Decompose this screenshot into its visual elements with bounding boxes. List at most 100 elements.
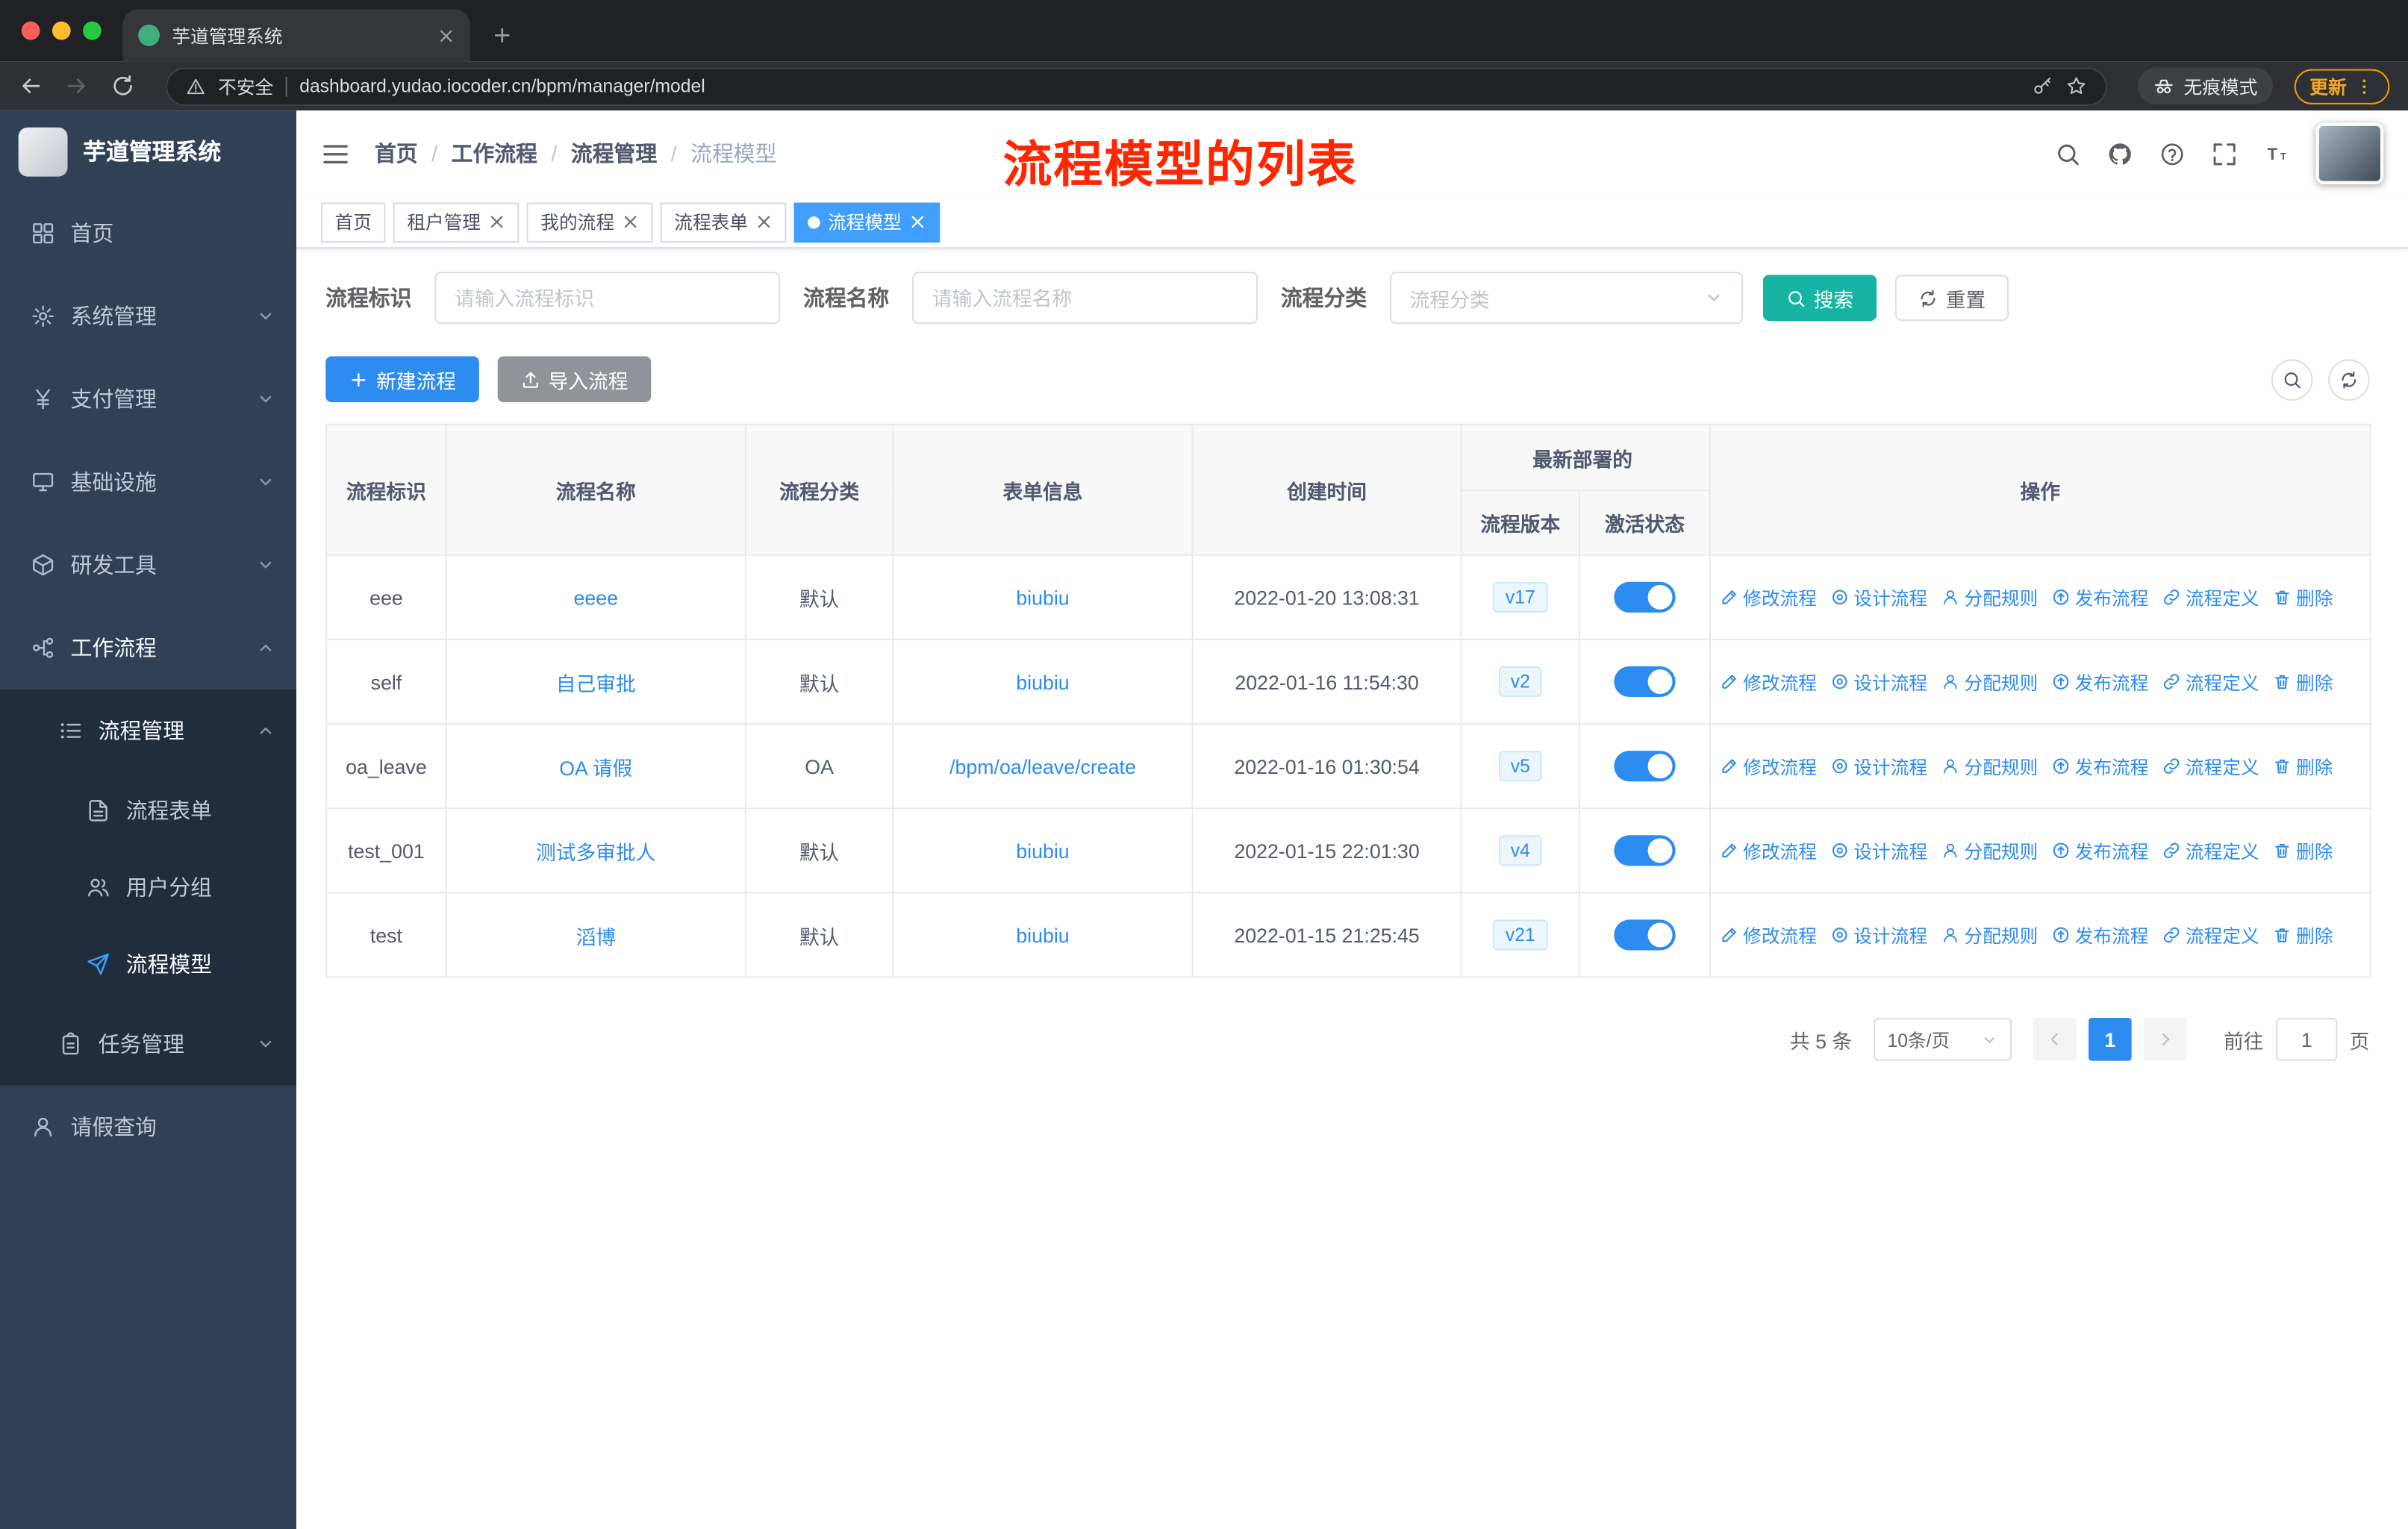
sidebar-item-user-group[interactable]: 用户分组 <box>0 848 297 926</box>
sidebar-item-devtools[interactable]: 研发工具 <box>0 524 296 607</box>
delete-link[interactable]: 删除 <box>2273 837 2333 863</box>
sidebar-item-infrastructure[interactable]: 基础设施 <box>0 440 296 523</box>
tag-close-icon[interactable] <box>622 213 639 231</box>
app-logo[interactable]: 芋道管理系统 <box>0 110 296 192</box>
tag-close-icon[interactable] <box>909 213 926 231</box>
forward-button[interactable] <box>64 74 89 99</box>
process-name-input[interactable] <box>912 272 1258 325</box>
breadcrumb-item[interactable]: 流程管理 <box>571 138 657 169</box>
process-name-link[interactable]: OA 请假 <box>559 756 632 779</box>
active-toggle[interactable] <box>1614 835 1676 866</box>
search-icon[interactable] <box>2055 140 2081 166</box>
form-info-link[interactable]: biubiu <box>1016 670 1069 693</box>
process-definition-link[interactable]: 流程定义 <box>2162 669 2259 695</box>
zoom-window-button[interactable] <box>83 21 102 40</box>
next-page-button[interactable] <box>2144 1018 2187 1061</box>
page-size-select[interactable]: 10条/页 <box>1873 1018 2012 1061</box>
tag-tenant-management[interactable]: 租户管理 <box>393 201 520 243</box>
new-tab-button[interactable] <box>491 25 513 46</box>
hamburger-icon[interactable] <box>321 139 350 168</box>
prev-page-button[interactable] <box>2033 1018 2077 1061</box>
reload-button[interactable] <box>110 74 135 99</box>
tag-process-form[interactable]: 流程表单 <box>660 201 787 243</box>
breadcrumb-item[interactable]: 首页 <box>375 138 418 169</box>
process-name-link[interactable]: 滔博 <box>576 925 616 948</box>
edit-process-link[interactable]: 修改流程 <box>1720 669 1817 695</box>
tab-close-icon[interactable] <box>437 27 455 44</box>
design-process-link[interactable]: 设计流程 <box>1830 584 1927 610</box>
reset-button[interactable]: 重置 <box>1894 275 2009 321</box>
process-name-link[interactable]: eeee <box>574 586 619 609</box>
publish-process-link[interactable]: 发布流程 <box>2052 584 2148 610</box>
assign-rule-link[interactable]: 分配规则 <box>1941 922 2038 948</box>
design-process-link[interactable]: 设计流程 <box>1830 837 1927 863</box>
sidebar-item-task-management[interactable]: 任务管理 <box>0 1002 297 1086</box>
refresh-table-button[interactable] <box>2328 358 2370 400</box>
assign-rule-link[interactable]: 分配规则 <box>1941 753 2038 779</box>
delete-link[interactable]: 删除 <box>2273 669 2333 695</box>
process-definition-link[interactable]: 流程定义 <box>2162 837 2259 863</box>
active-toggle[interactable] <box>1614 581 1676 613</box>
process-name-link[interactable]: 测试多审批人 <box>536 840 656 863</box>
sidebar-item-payment[interactable]: 支付管理 <box>0 357 296 440</box>
process-definition-link[interactable]: 流程定义 <box>2162 753 2259 779</box>
browser-tab[interactable]: 芋道管理系统 <box>122 9 470 62</box>
sidebar-item-home[interactable]: 首页 <box>0 192 296 275</box>
active-toggle[interactable] <box>1614 919 1676 951</box>
edit-process-link[interactable]: 修改流程 <box>1720 753 1817 779</box>
form-info-link[interactable]: biubiu <box>1016 924 1069 947</box>
tag-home[interactable]: 首页 <box>320 201 386 243</box>
password-key-icon[interactable] <box>2032 75 2053 97</box>
github-icon[interactable] <box>2107 140 2133 166</box>
active-toggle[interactable] <box>1614 666 1676 698</box>
minimize-window-button[interactable] <box>52 21 71 40</box>
sidebar-item-process-model[interactable]: 流程模型 <box>0 925 297 1003</box>
form-info-link[interactable]: biubiu <box>1016 839 1069 862</box>
tag-process-model[interactable]: 流程模型 <box>793 201 941 243</box>
sidebar-item-process-form[interactable]: 流程表单 <box>0 772 297 849</box>
form-info-link[interactable]: biubiu <box>1016 586 1069 609</box>
publish-process-link[interactable]: 发布流程 <box>2052 753 2148 779</box>
tag-my-process[interactable]: 我的流程 <box>526 201 653 243</box>
delete-link[interactable]: 删除 <box>2273 584 2333 610</box>
delete-link[interactable]: 删除 <box>2273 753 2333 779</box>
process-definition-link[interactable]: 流程定义 <box>2162 922 2259 948</box>
edit-process-link[interactable]: 修改流程 <box>1720 922 1817 948</box>
delete-link[interactable]: 删除 <box>2273 922 2333 948</box>
publish-process-link[interactable]: 发布流程 <box>2052 922 2148 948</box>
fullscreen-icon[interactable] <box>2212 140 2238 166</box>
toggle-search-button[interactable] <box>2271 358 2313 400</box>
active-toggle[interactable] <box>1614 751 1676 782</box>
process-name-link[interactable]: 自己审批 <box>556 672 636 695</box>
category-select[interactable]: 流程分类 <box>1389 272 1744 325</box>
user-avatar[interactable] <box>2315 122 2384 184</box>
search-button[interactable]: 搜索 <box>1762 275 1877 321</box>
sidebar-item-leave-query[interactable]: 请假查询 <box>0 1086 296 1169</box>
breadcrumb-item[interactable]: 工作流程 <box>452 138 537 169</box>
browser-update-button[interactable]: 更新 <box>2294 68 2390 104</box>
design-process-link[interactable]: 设计流程 <box>1830 669 1927 695</box>
font-size-icon[interactable] <box>2264 140 2290 166</box>
goto-page-input[interactable] <box>2276 1018 2338 1061</box>
publish-process-link[interactable]: 发布流程 <box>2052 669 2148 695</box>
assign-rule-link[interactable]: 分配规则 <box>1941 669 2038 695</box>
create-process-button[interactable]: 新建流程 <box>325 356 479 403</box>
address-bar[interactable]: 不安全 dashboard.yudao.iocoder.cn/bpm/manag… <box>166 66 2107 105</box>
sidebar-item-workflow[interactable]: 工作流程 <box>0 607 296 690</box>
page-number-button[interactable]: 1 <box>2088 1018 2132 1061</box>
help-icon[interactable] <box>2159 140 2186 166</box>
tag-close-icon[interactable] <box>755 213 773 231</box>
import-process-button[interactable]: 导入流程 <box>497 356 652 403</box>
close-window-button[interactable] <box>21 21 40 40</box>
browser-menu-kebab-icon[interactable] <box>2354 76 2374 96</box>
process-id-input[interactable] <box>434 272 781 325</box>
assign-rule-link[interactable]: 分配规则 <box>1941 584 2038 610</box>
bookmark-star-icon[interactable] <box>2065 75 2087 97</box>
publish-process-link[interactable]: 发布流程 <box>2052 837 2148 863</box>
sidebar-item-system[interactable]: 系统管理 <box>0 275 296 357</box>
assign-rule-link[interactable]: 分配规则 <box>1941 837 2038 863</box>
sidebar-item-process-management[interactable]: 流程管理 <box>0 689 297 772</box>
process-definition-link[interactable]: 流程定义 <box>2162 584 2259 610</box>
design-process-link[interactable]: 设计流程 <box>1830 753 1927 779</box>
form-info-link[interactable]: /bpm/oa/leave/create <box>949 754 1136 778</box>
